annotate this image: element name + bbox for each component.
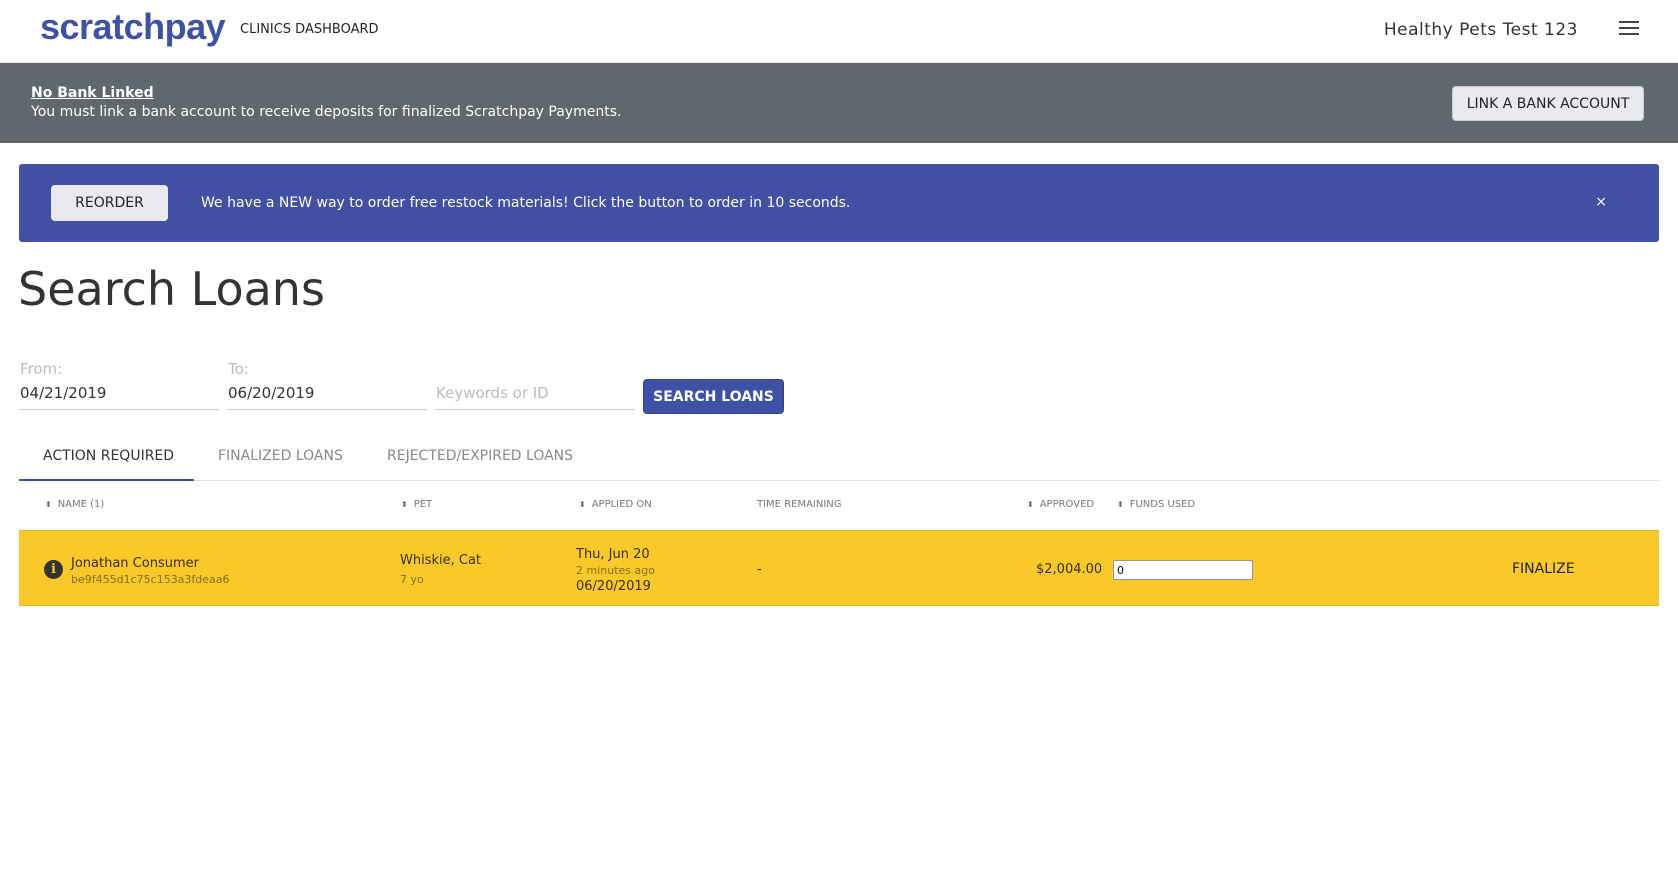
column-applied-on[interactable]: ⬍ APPLIED ON [579,499,652,510]
close-icon[interactable]: × [1595,194,1607,210]
reorder-promo-banner: REORDER We have a NEW way to order free … [19,164,1659,242]
to-date-field[interactable]: To: 06/20/2019 [227,360,427,410]
scratchpay-logo[interactable]: scratchpay [40,6,226,48]
loan-tabs: ACTION REQUIRED FINALIZED LOANS REJECTED… [19,438,1659,481]
column-pet-label: PET [413,499,433,510]
column-time-remaining: TIME REMAINING [757,499,842,510]
promo-message: We have a NEW way to order free restock … [201,195,851,211]
top-bar: scratchpay CLINICS DASHBOARD Healthy Pet… [0,0,1678,63]
column-funds-used-label: FUNDS USED [1129,499,1196,510]
finalize-button[interactable]: FINALIZE [1512,561,1575,577]
bank-banner-message: You must link a bank account to receive … [31,104,622,120]
info-icon[interactable]: i [44,560,63,579]
sort-icon[interactable]: ⬍ [1117,500,1124,509]
page-title: Search Loans [18,262,325,316]
column-name-label: NAME (1) [57,499,105,510]
table-header: ⬍ NAME (1) ⬍ PET ⬍ APPLIED ON TIME REMAININ… [19,490,1659,530]
column-applied-on-label: APPLIED ON [591,499,652,510]
column-approved-label: APPROVED [1039,499,1095,510]
bank-warning-banner: No Bank Linked You must link a bank acco… [0,63,1678,143]
to-date-value[interactable]: 06/20/2019 [228,384,408,402]
search-loans-button[interactable]: SEARCH LOANS [643,379,784,414]
pet-age: 7 yo [400,573,424,586]
dashboard-subtitle: CLINICS DASHBOARD [240,22,379,37]
pet-name: Whiskie, Cat [400,553,482,568]
customer-name: Jonathan Consumer [71,556,199,571]
column-pet[interactable]: ⬍ PET [401,499,432,510]
to-label: To: [228,360,249,378]
applied-relative: 2 minutes ago [576,564,655,577]
hamburger-menu-icon[interactable] [1619,21,1641,39]
link-bank-account-button[interactable]: LINK A BANK ACCOUNT [1452,86,1644,121]
from-date-field[interactable]: From: 04/21/2019 [19,360,219,410]
applied-day: Thu, Jun 20 [576,547,650,562]
funds-used-input[interactable] [1113,560,1253,580]
keywords-field[interactable] [435,360,635,410]
approved-amount: $2,004.00 [1036,562,1103,577]
loan-id: be9f455d1c75c153a3fdeaa6 [71,573,230,586]
applied-date: 06/20/2019 [576,579,651,594]
reorder-button[interactable]: REORDER [51,185,168,221]
time-remaining: - [757,562,762,577]
from-date-value[interactable]: 04/21/2019 [20,384,200,402]
column-funds-used[interactable]: ⬍ FUNDS USED [1117,499,1195,510]
sort-icon[interactable]: ⬍ [401,500,408,509]
sort-icon[interactable]: ⬍ [579,500,586,509]
from-label: From: [20,360,63,378]
tab-finalized-loans[interactable]: FINALIZED LOANS [218,438,343,481]
sort-icon[interactable]: ⬍ [1027,500,1034,509]
sort-icon[interactable]: ⬍ [45,500,52,509]
account-name[interactable]: Healthy Pets Test 123 [1384,20,1578,40]
tab-rejected-expired-loans[interactable]: REJECTED/EXPIRED LOANS [387,438,573,481]
tab-action-required[interactable]: ACTION REQUIRED [19,438,194,481]
column-approved[interactable]: ⬍ APPROVED [1027,499,1094,510]
keywords-input[interactable] [436,384,626,402]
bank-banner-title[interactable]: No Bank Linked [31,85,154,101]
table-row[interactable]: i Jonathan Consumer be9f455d1c75c153a3fd… [19,530,1659,606]
column-name[interactable]: ⬍ NAME (1) [45,499,104,510]
